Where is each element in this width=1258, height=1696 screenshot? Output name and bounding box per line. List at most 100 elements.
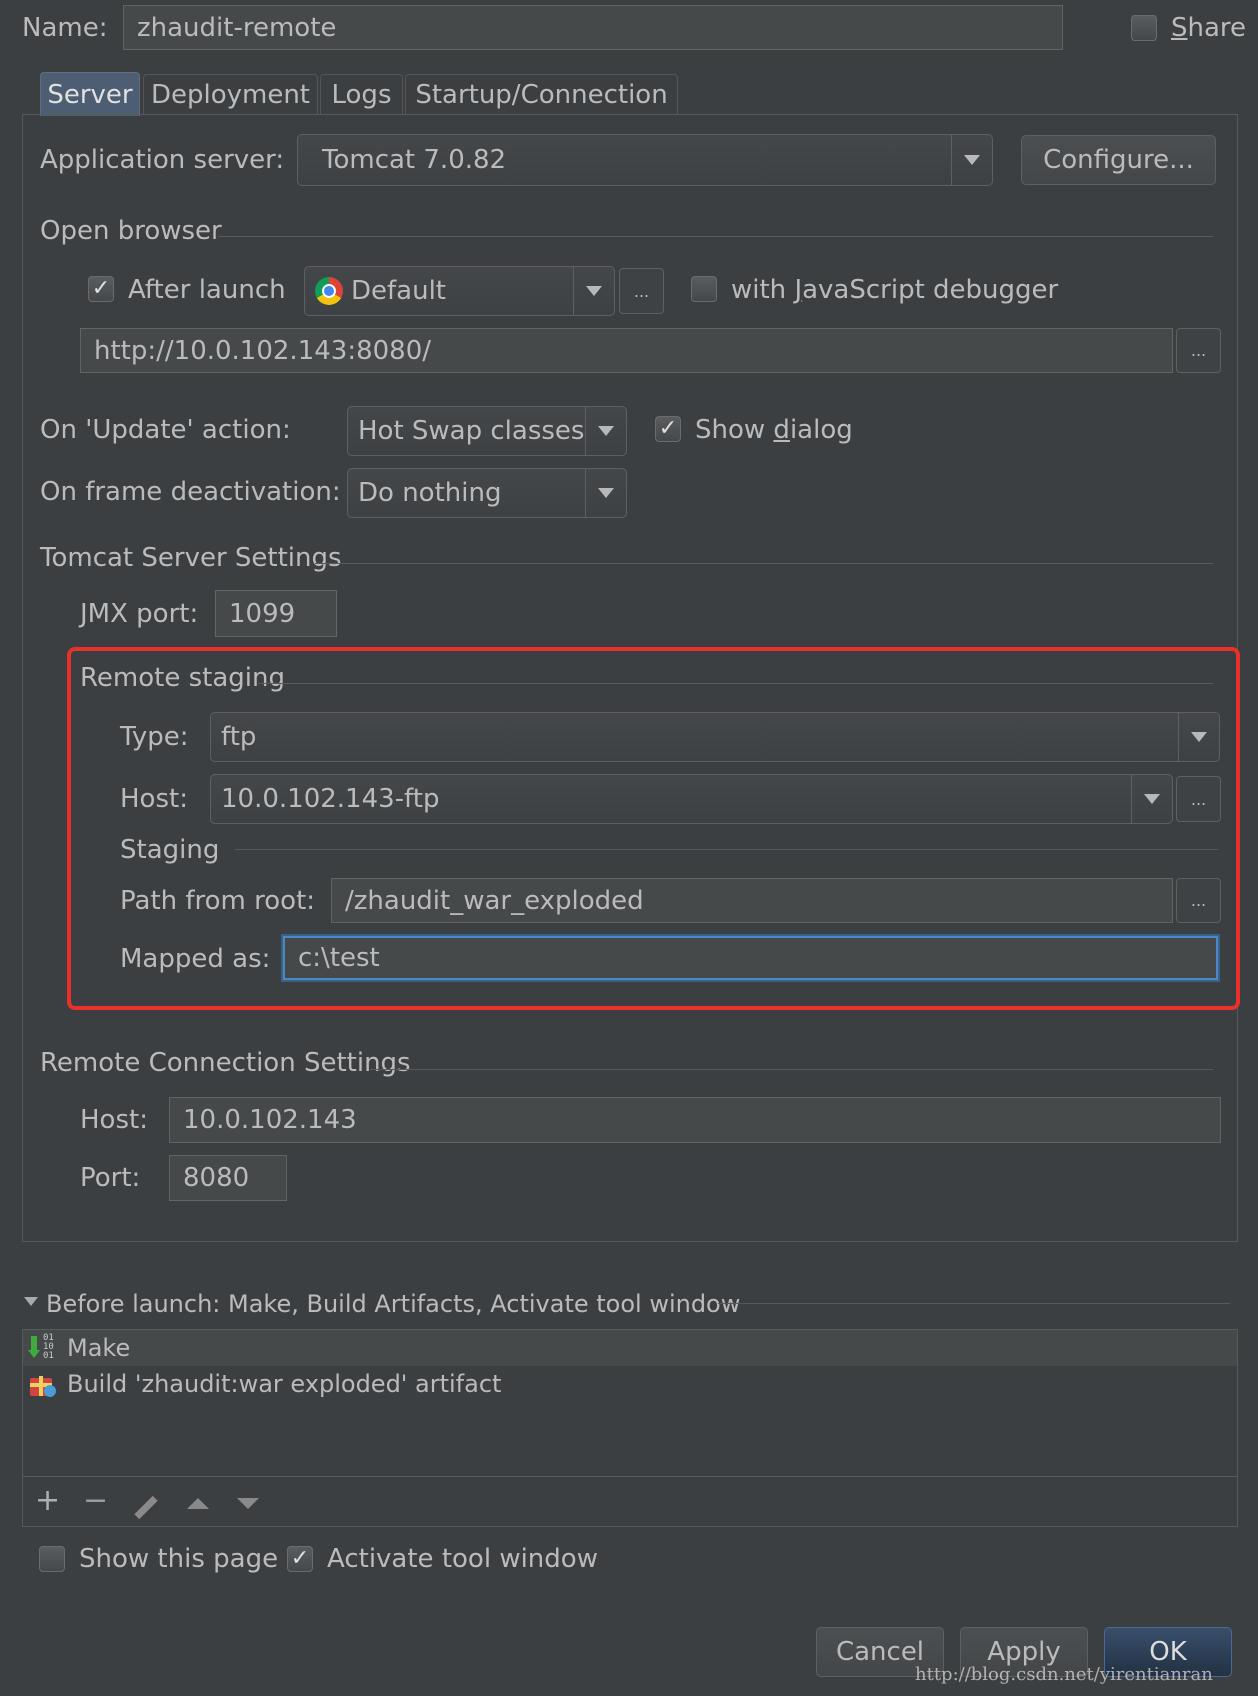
jmx-port-field[interactable]: 1099 (215, 590, 337, 637)
browser-ellipsis-button[interactable]: ... (619, 268, 664, 314)
show-dialog-post: ialog (789, 415, 853, 445)
remote-host-field[interactable]: 10.0.102.143 (169, 1097, 1221, 1143)
list-item[interactable]: Build 'zhaudit:war exploded' artifact (23, 1366, 1237, 1402)
show-dialog-pre: Show (695, 415, 774, 445)
name-field[interactable]: zhaudit-remote (123, 5, 1063, 50)
cancel-label: Cancel (835, 1637, 925, 1667)
remote-staging-separator (258, 683, 1213, 684)
app-server-select[interactable]: Tomcat 7.0.82 (297, 134, 993, 186)
app-server-label: Application server: (40, 145, 285, 175)
tab-deployment-label: Deployment (150, 79, 311, 110)
browser-select-text: Default (305, 276, 573, 306)
update-action-select[interactable]: Hot Swap classes (347, 406, 627, 456)
artifact-label: Build 'zhaudit:war exploded' artifact (67, 1370, 502, 1398)
tab-server-label: Server (47, 79, 133, 110)
make-label: Make (67, 1334, 131, 1362)
js-debugger-mnemonic: J (794, 275, 803, 305)
make-icon: 01 10 01 (28, 1334, 59, 1362)
show-dialog-checkbox[interactable]: ✓ (655, 416, 681, 442)
configure-button[interactable]: Configure... (1021, 135, 1216, 185)
tomcat-settings-section-label: Tomcat Server Settings (40, 543, 342, 573)
artifact-icon (29, 1370, 57, 1398)
url-ellipsis-button[interactable]: ... (1176, 328, 1221, 373)
path-from-root-field[interactable]: /zhaudit_war_exploded (331, 878, 1173, 923)
remote-port-value: 8080 (183, 1163, 250, 1193)
share-checkbox[interactable] (1131, 15, 1157, 41)
remove-button[interactable]: − (83, 1486, 108, 1516)
chevron-down-icon (585, 469, 626, 517)
mapped-as-field[interactable]: c:\test (283, 936, 1218, 980)
mapped-as-value: c:\test (298, 943, 380, 973)
frame-deactivation-value: Do nothing (358, 478, 502, 508)
tab-logs-label: Logs (331, 79, 392, 110)
show-this-page-checkbox[interactable] (39, 1546, 65, 1572)
path-ellipsis-button[interactable]: ... (1176, 878, 1221, 923)
chevron-down-icon (585, 407, 626, 455)
tab-startup-connection-label: Startup/Connection (415, 79, 668, 110)
share-label-rest: hare (1187, 13, 1247, 43)
chrome-icon (315, 277, 343, 305)
js-debugger-label: with JavaScript debugger (731, 274, 1058, 306)
after-launch-label: After launch (128, 275, 286, 305)
staging-host-select[interactable]: 10.0.102.143-ftp (210, 774, 1173, 824)
mapped-as-label: Mapped as: (120, 944, 271, 974)
show-dialog-mnemonic: d (773, 415, 790, 445)
jmx-port-value: 1099 (229, 598, 296, 629)
toolbar-divider (23, 1476, 1237, 1477)
tomcat-settings-separator (315, 563, 1213, 564)
share-label: Share (1171, 12, 1246, 44)
staging-host-label: Host: (120, 784, 188, 814)
staging-host-value: 10.0.102.143-ftp (221, 784, 440, 814)
browser-url-field[interactable]: http://10.0.102.143:8080/ (80, 328, 1173, 373)
chevron-down-icon (573, 267, 614, 315)
apply-label: Apply (987, 1637, 1061, 1667)
ok-label: OK (1149, 1637, 1187, 1667)
add-button[interactable]: + (35, 1486, 60, 1516)
tab-server[interactable]: Server (40, 72, 140, 116)
staging-host-ellipsis-button[interactable]: ... (1176, 776, 1221, 822)
browser-select[interactable]: Default (304, 266, 615, 316)
js-debugger-checkbox[interactable] (691, 276, 717, 302)
staging-type-select[interactable]: ftp (210, 712, 1220, 762)
before-launch-header: Before launch: Make, Build Artifacts, Ac… (46, 1290, 741, 1318)
before-launch-separator (718, 1303, 1230, 1304)
remote-connection-separator (370, 1069, 1213, 1070)
frame-deactivation-select[interactable]: Do nothing (347, 468, 627, 518)
staging-separator (235, 849, 1218, 850)
jmx-port-label: JMX port: (80, 599, 199, 629)
app-server-value: Tomcat 7.0.82 (322, 145, 507, 175)
tab-deployment[interactable]: Deployment (143, 74, 318, 114)
share-mnemonic: S (1171, 13, 1188, 43)
show-this-page-label: Show this page (79, 1544, 279, 1574)
list-item[interactable]: 01 10 01 Make (23, 1330, 1237, 1366)
open-browser-separator (218, 236, 1213, 237)
tab-logs[interactable]: Logs (320, 74, 403, 114)
name-label: Name: (22, 13, 108, 43)
staging-type-label: Type: (120, 722, 189, 752)
activate-tool-window-checkbox[interactable]: ✓ (287, 1546, 313, 1572)
remote-host-value: 10.0.102.143 (183, 1105, 357, 1135)
tab-startup-connection[interactable]: Startup/Connection (405, 74, 678, 114)
configure-label: Configure... (1043, 145, 1194, 175)
staging-subsection-label: Staging (120, 835, 220, 865)
update-action-label: On 'Update' action: (40, 415, 291, 445)
update-action-value: Hot Swap classes (358, 416, 585, 446)
arrow-up-icon[interactable] (187, 1498, 209, 1509)
chevron-down-icon (951, 135, 992, 185)
pencil-icon[interactable] (133, 1490, 159, 1520)
after-launch-checkbox[interactable]: ✓ (88, 276, 114, 302)
remote-connection-section-label: Remote Connection Settings (40, 1048, 411, 1078)
open-browser-section-label: Open browser (40, 216, 222, 246)
show-dialog-label: Show dialog (695, 414, 853, 446)
remote-port-field[interactable]: 8080 (169, 1155, 287, 1201)
activate-tool-window-label: Activate tool window (327, 1544, 598, 1574)
chevron-down-icon (1178, 713, 1219, 761)
collapse-triangle-icon[interactable] (24, 1297, 38, 1306)
arrow-down-icon[interactable] (237, 1498, 259, 1509)
before-launch-list: 01 10 01 Make Build 'zhaudit:war exploded'… (22, 1329, 1238, 1527)
path-from-root-value: /zhaudit_war_exploded (345, 885, 644, 916)
path-from-root-label: Path from root: (120, 886, 316, 916)
remote-staging-section-label: Remote staging (80, 663, 285, 693)
chevron-down-icon (1131, 775, 1172, 823)
name-value: zhaudit-remote (137, 12, 337, 43)
